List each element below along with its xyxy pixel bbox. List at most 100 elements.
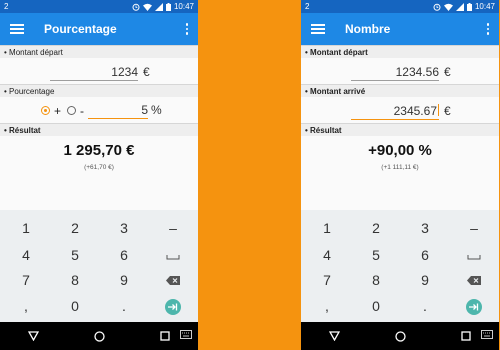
- key-2[interactable]: 2: [55, 216, 95, 240]
- section-label: • Résultat: [4, 125, 41, 135]
- back-icon[interactable]: [328, 331, 340, 341]
- key-minus[interactable]: –: [454, 216, 494, 240]
- section-header-start-amount: • Montant départ: [301, 45, 499, 58]
- key-dot[interactable]: .: [104, 294, 144, 318]
- app-title: Nombre: [345, 22, 391, 36]
- key-2[interactable]: 2: [356, 216, 396, 240]
- backspace-icon: [166, 272, 180, 288]
- key-6[interactable]: 6: [104, 243, 144, 267]
- text-cursor: [438, 104, 439, 116]
- start-amount-input[interactable]: 1234.56: [351, 65, 439, 81]
- numeric-keypad: 1 2 3 – 4 5 6 7 8 9 , 0 .: [0, 210, 198, 322]
- key-5[interactable]: 5: [55, 243, 95, 267]
- wifi-icon: [443, 3, 453, 11]
- app-bar: Pourcentage: [0, 13, 198, 45]
- percentage-input[interactable]: 5: [88, 103, 148, 119]
- key-backspace[interactable]: [454, 268, 494, 292]
- hamburger-menu-icon[interactable]: [311, 22, 325, 36]
- start-amount-input[interactable]: 1234: [50, 65, 138, 81]
- section-label: • Montant départ: [4, 47, 63, 57]
- currency-unit: €: [444, 65, 451, 79]
- key-4[interactable]: 4: [307, 243, 347, 267]
- navigation-bar: [0, 322, 198, 350]
- key-dot[interactable]: .: [405, 294, 445, 318]
- home-icon[interactable]: [395, 330, 406, 342]
- alarm-icon: [433, 3, 441, 11]
- percent-unit: %: [151, 103, 162, 117]
- minus-radio-button[interactable]: [67, 106, 76, 115]
- key-1[interactable]: 1: [6, 216, 46, 240]
- start-amount-row: 1234.56 €: [301, 58, 499, 84]
- key-0[interactable]: 0: [55, 294, 95, 318]
- end-amount-row: 2345.67 €: [301, 97, 499, 123]
- key-space[interactable]: [153, 243, 193, 267]
- signal-icon: [154, 2, 163, 11]
- section-label: • Montant arrivé: [305, 86, 366, 96]
- section-header-percentage: • Pourcentage: [0, 84, 198, 97]
- plus-radio-button[interactable]: [41, 106, 50, 115]
- space-key-icon: [166, 247, 180, 263]
- end-amount-input[interactable]: 2345.67: [351, 104, 439, 120]
- key-space[interactable]: [454, 243, 494, 267]
- enter-key[interactable]: [466, 299, 482, 315]
- overflow-menu-icon[interactable]: [182, 22, 192, 36]
- battery-icon: [466, 2, 472, 11]
- status-notification-count: 2: [305, 2, 310, 11]
- keyboard-switch-icon[interactable]: [180, 330, 192, 339]
- result-area: +90,00 % (+1 111,11 €): [301, 136, 499, 206]
- space-key-icon: [467, 247, 481, 263]
- section-header-result: • Résultat: [0, 123, 198, 136]
- percentage-row: + - 5 %: [0, 97, 198, 123]
- wifi-icon: [142, 3, 152, 11]
- overflow-menu-icon[interactable]: [483, 22, 493, 36]
- key-1[interactable]: 1: [307, 216, 347, 240]
- key-comma[interactable]: ,: [6, 294, 46, 318]
- recents-icon[interactable]: [160, 331, 170, 341]
- status-time: 10:47: [474, 2, 495, 11]
- section-label: • Résultat: [305, 125, 342, 135]
- key-3[interactable]: 3: [104, 216, 144, 240]
- home-icon[interactable]: [94, 330, 105, 342]
- backspace-icon: [467, 272, 481, 288]
- section-header-end-amount: • Montant arrivé: [301, 84, 499, 97]
- result-area: 1 295,70 € (+61,70 €): [0, 136, 198, 206]
- key-7[interactable]: 7: [307, 268, 347, 292]
- enter-icon: [469, 298, 479, 316]
- start-amount-row: 1234 €: [0, 58, 198, 84]
- numeric-keypad: 1 2 3 – 4 5 6 7 8 9 , 0 .: [301, 210, 499, 322]
- app-bar: Nombre: [301, 13, 499, 45]
- key-8[interactable]: 8: [55, 268, 95, 292]
- key-0[interactable]: 0: [356, 294, 396, 318]
- key-3[interactable]: 3: [405, 216, 445, 240]
- key-minus[interactable]: –: [153, 216, 193, 240]
- keyboard-switch-icon[interactable]: [481, 330, 493, 339]
- key-4[interactable]: 4: [6, 243, 46, 267]
- section-label: • Montant départ: [305, 47, 368, 57]
- key-6[interactable]: 6: [405, 243, 445, 267]
- alarm-icon: [132, 3, 140, 11]
- enter-icon: [168, 298, 178, 316]
- key-backspace[interactable]: [153, 268, 193, 292]
- key-5[interactable]: 5: [356, 243, 396, 267]
- back-icon[interactable]: [27, 331, 39, 341]
- result-value: +90,00 %: [368, 142, 432, 159]
- hamburger-menu-icon[interactable]: [10, 22, 24, 36]
- result-value: 1 295,70 €: [63, 142, 135, 159]
- section-header-start-amount: • Montant départ: [0, 45, 198, 58]
- status-bar: 2 10:47: [301, 0, 499, 13]
- section-header-result: • Résultat: [301, 123, 499, 136]
- recents-icon[interactable]: [461, 331, 471, 341]
- status-time: 10:47: [173, 2, 194, 11]
- key-9[interactable]: 9: [405, 268, 445, 292]
- currency-unit: €: [143, 65, 150, 79]
- enter-key[interactable]: [165, 299, 181, 315]
- signal-icon: [455, 2, 464, 11]
- minus-sign-label: -: [80, 104, 84, 118]
- status-bar: 2 10:47: [0, 0, 198, 13]
- key-comma[interactable]: ,: [307, 294, 347, 318]
- plus-sign-label: +: [54, 104, 62, 118]
- key-8[interactable]: 8: [356, 268, 396, 292]
- section-label: • Pourcentage: [4, 86, 55, 96]
- key-9[interactable]: 9: [104, 268, 144, 292]
- key-7[interactable]: 7: [6, 268, 46, 292]
